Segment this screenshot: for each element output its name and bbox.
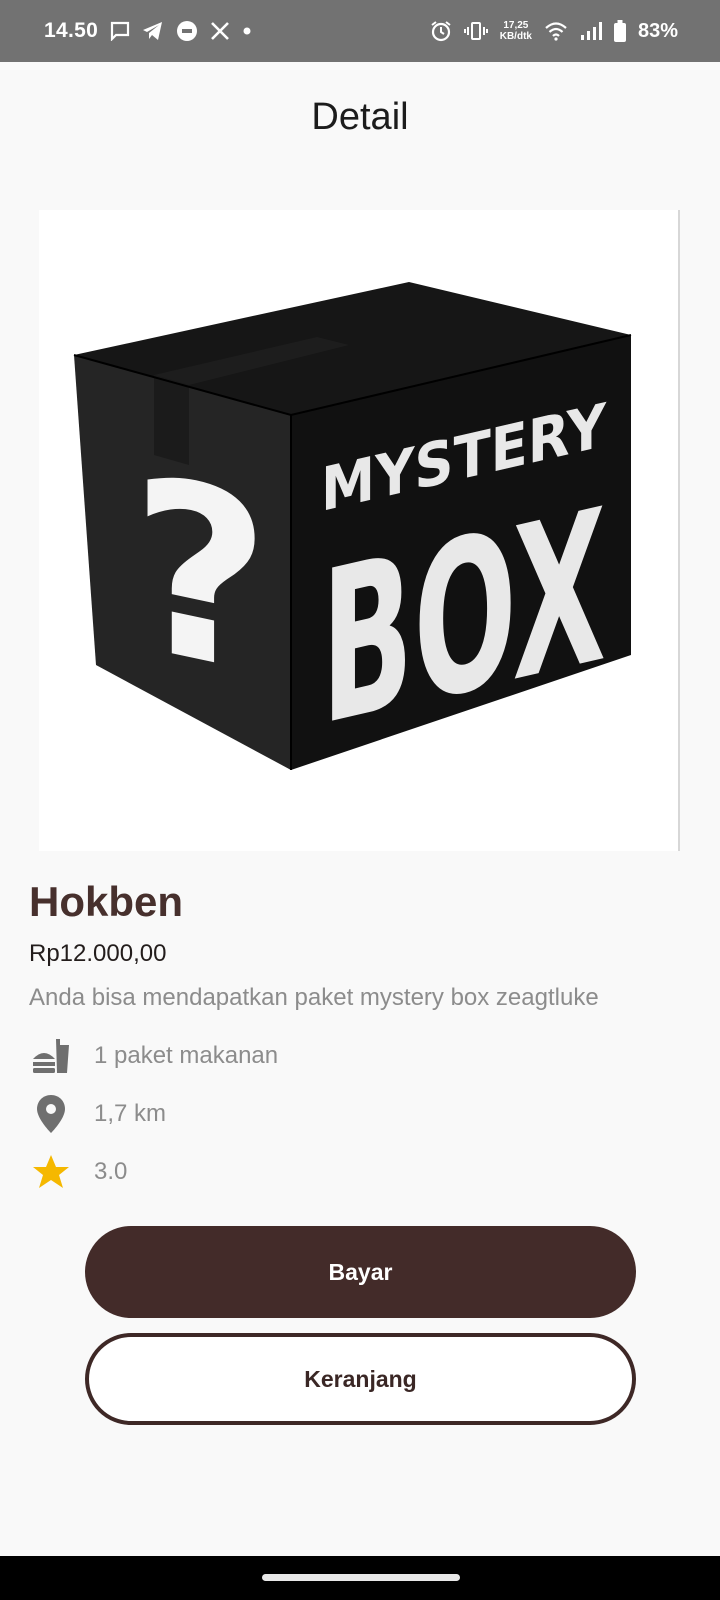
location-pin-icon <box>29 1092 73 1136</box>
detail-text-rating: 3.0 <box>94 1158 128 1185</box>
product-price: Rp12.000,00 <box>29 940 167 967</box>
product-name: Hokben <box>29 878 184 925</box>
detail-row-distance: 1,7 km <box>29 1092 166 1136</box>
cart-button[interactable]: Keranjang <box>85 1333 636 1425</box>
net-speed-unit: KB/dtk <box>499 31 532 42</box>
page-title: Detail <box>311 96 409 138</box>
telegram-icon <box>142 21 164 41</box>
home-indicator[interactable] <box>262 1574 460 1581</box>
vibrate-icon <box>463 21 488 41</box>
status-bar: 14.50 17,25 KB/dtk 83% <box>0 0 720 62</box>
battery-icon <box>613 20 626 42</box>
navigation-bar <box>0 1556 720 1600</box>
messenger-icon <box>176 20 198 42</box>
pay-button[interactable]: Bayar <box>85 1226 636 1318</box>
detail-row-rating: 3.0 <box>29 1150 127 1194</box>
message-icon <box>110 21 130 41</box>
product-description: Anda bisa mendapatkan paket mystery box … <box>29 984 599 1011</box>
status-time: 14.50 <box>44 19 99 42</box>
detail-row-package: 1 paket makanan <box>29 1034 278 1078</box>
net-speed: 17,25 KB/dtk <box>500 20 532 42</box>
dot-icon <box>242 26 252 36</box>
mystery-box-illustration: ? MYSTERY BOX <box>73 282 632 773</box>
detail-text-package: 1 paket makanan <box>94 1042 279 1069</box>
status-right: 17,25 KB/dtk 83% <box>430 20 678 43</box>
net-speed-value: 17,25 <box>503 20 529 31</box>
alarm-icon <box>430 20 452 42</box>
detail-text-distance: 1,7 km <box>94 1100 167 1127</box>
signal-icon <box>580 21 602 41</box>
product-image: ? MYSTERY BOX <box>39 210 680 851</box>
wifi-icon <box>544 21 568 41</box>
fastfood-icon <box>29 1034 73 1078</box>
x-icon <box>210 21 230 41</box>
battery-percentage: 83% <box>637 19 678 42</box>
status-left: 14.50 <box>44 19 252 43</box>
star-icon <box>29 1150 73 1194</box>
box-question-mark: ? <box>131 423 270 731</box>
